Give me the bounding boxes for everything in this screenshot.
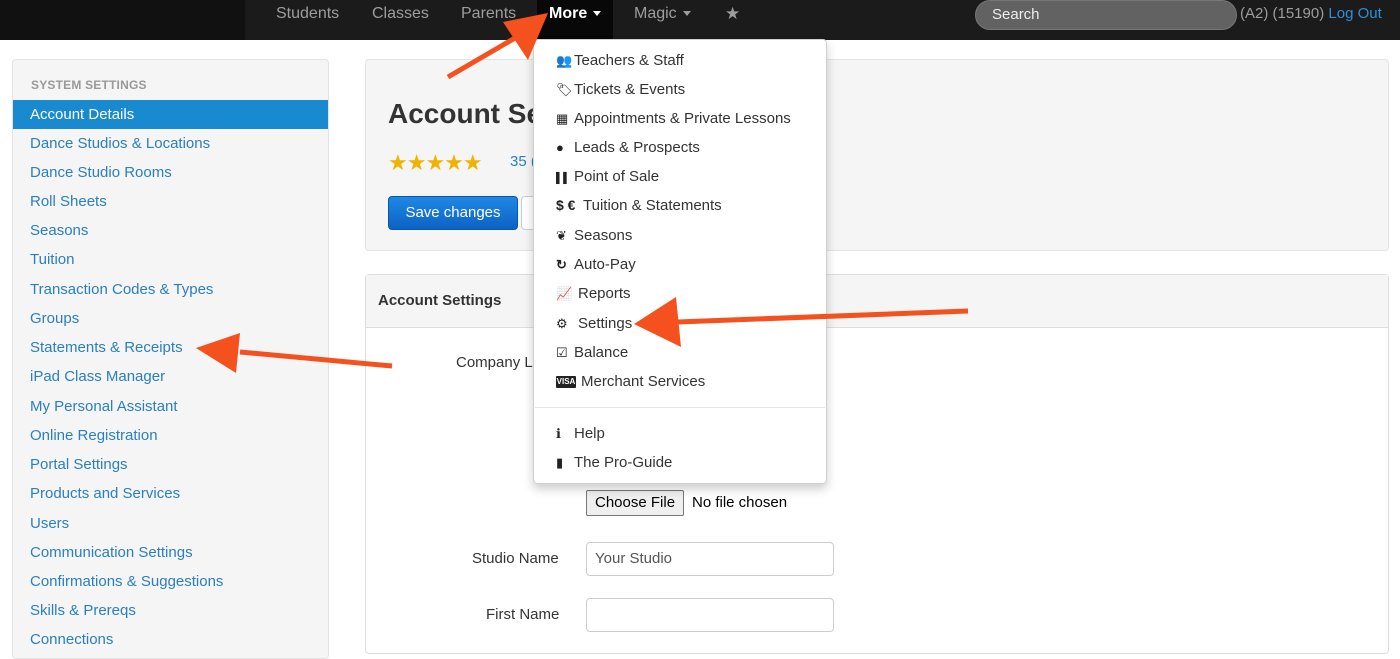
company-logo-label: Company L bbox=[456, 354, 533, 371]
panel-heading: Account Settings bbox=[366, 275, 1388, 328]
sidebar-item-connections[interactable]: Connections bbox=[13, 625, 328, 654]
more-dropdown-menu: 👥 Teachers & Staff 🏷Tickets & Events ▦ App… bbox=[533, 39, 827, 484]
line-chart-icon: 📈 bbox=[556, 286, 573, 301]
menu-item-merchant-services[interactable]: VISA Merchant Services bbox=[534, 367, 826, 396]
top-navbar: Students Classes Parents More Magic ★ Se… bbox=[0, 0, 1400, 40]
menu-item-label: Merchant Services bbox=[581, 373, 706, 390]
account-header-panel: Account Se ★★★★★ 35 ( Save changes bbox=[365, 59, 1389, 251]
sidebar-item-portal-settings[interactable]: Portal Settings bbox=[13, 450, 328, 479]
star-rating-icon: ★★★★★ bbox=[388, 150, 483, 175]
sidebar-item-ipad-class-manager[interactable]: iPad Class Manager bbox=[13, 362, 328, 391]
sidebar-item-seasons[interactable]: Seasons bbox=[13, 216, 328, 245]
studio-name-label: Studio Name bbox=[472, 550, 559, 567]
sidebar-item-products-services[interactable]: Products and Services bbox=[13, 479, 328, 508]
menu-item-help[interactable]: ℹ Help bbox=[534, 419, 826, 448]
menu-item-label: Leads & Prospects bbox=[574, 139, 700, 156]
leaf-icon: ❦ bbox=[556, 228, 567, 243]
sidebar-item-statements-receipts[interactable]: Statements & Receipts bbox=[13, 333, 328, 362]
menu-item-label: Balance bbox=[574, 344, 629, 361]
menu-item-teachers-staff[interactable]: 👥 Teachers & Staff bbox=[534, 46, 826, 75]
panel-heading-title: Account Settings bbox=[378, 292, 502, 309]
menu-item-label: Settings bbox=[578, 315, 633, 332]
ticket-icon: 🏷 bbox=[556, 82, 573, 97]
choose-file-button[interactable]: Choose File bbox=[586, 490, 685, 516]
menu-item-label: Tickets & Events bbox=[574, 81, 686, 98]
menu-item-label: Reports bbox=[578, 285, 631, 302]
menu-item-label: Seasons bbox=[574, 227, 633, 244]
menu-item-appointments[interactable]: ▦ Appointments & Private Lessons bbox=[534, 104, 826, 133]
star-icon[interactable]: ★ bbox=[725, 0, 740, 40]
account-info: (A2) (15190) Log Out bbox=[1240, 0, 1382, 28]
map-marker-icon: ● bbox=[556, 140, 564, 155]
menu-item-seasons[interactable]: ❦ Seasons bbox=[534, 221, 826, 250]
sidebar-item-personal-assistant[interactable]: My Personal Assistant bbox=[13, 392, 328, 421]
sidebar-item-skills-prereqs[interactable]: Skills & Prereqs bbox=[13, 596, 328, 625]
refresh-icon: ↻ bbox=[556, 257, 567, 272]
sidebar-item-online-registration[interactable]: Online Registration bbox=[13, 421, 328, 450]
sidebar-item-tuition[interactable]: Tuition bbox=[13, 245, 328, 274]
first-name-label: First Name bbox=[486, 606, 560, 623]
check-square-icon: ☑ bbox=[556, 345, 568, 360]
menu-item-point-of-sale[interactable]: ▌▌ Point of Sale bbox=[534, 162, 826, 191]
menu-item-pro-guide[interactable]: ▮ The Pro-Guide bbox=[534, 448, 826, 477]
studio-name-input[interactable]: Your Studio bbox=[586, 542, 834, 576]
chevron-down-icon bbox=[593, 11, 602, 17]
menu-item-auto-pay[interactable]: ↻ Auto-Pay bbox=[534, 250, 826, 279]
logout-link[interactable]: Log Out bbox=[1328, 5, 1381, 22]
nav-magic[interactable]: Magic bbox=[634, 0, 691, 40]
menu-item-leads-prospects[interactable]: ● Leads & Prospects bbox=[534, 133, 826, 162]
brand-logo-area[interactable] bbox=[0, 0, 245, 40]
menu-item-label: Auto-Pay bbox=[574, 256, 636, 273]
save-changes-button[interactable]: Save changes bbox=[388, 196, 518, 230]
menu-item-label: The Pro-Guide bbox=[574, 454, 673, 471]
no-file-chosen-text: No file chosen bbox=[692, 494, 788, 511]
currency-icon: $ € bbox=[556, 197, 576, 213]
account-settings-panel: Account Settings Company L Choose File N… bbox=[365, 274, 1389, 654]
sidebar-item-dance-studios-locations[interactable]: Dance Studios & Locations bbox=[13, 129, 328, 158]
sidebar-header: SYSTEM SETTINGS bbox=[31, 78, 147, 92]
nav-more[interactable]: More bbox=[537, 0, 614, 40]
nav-students[interactable]: Students bbox=[276, 0, 339, 40]
menu-item-label: Teachers & Staff bbox=[574, 52, 684, 69]
gears-icon: ⚙ bbox=[556, 316, 568, 331]
nav-classes[interactable]: Classes bbox=[372, 0, 429, 40]
sidebar-item-transaction-codes[interactable]: Transaction Codes & Types bbox=[13, 275, 328, 304]
sidebar-item-groups[interactable]: Groups bbox=[13, 304, 328, 333]
users-icon: 👥 bbox=[556, 53, 573, 68]
settings-sidebar: SYSTEM SETTINGS Account Details Dance St… bbox=[12, 59, 329, 659]
nav-parents[interactable]: Parents bbox=[461, 0, 516, 40]
account-code: (A2) (15190) bbox=[1240, 5, 1325, 22]
sidebar-item-dance-studio-rooms[interactable]: Dance Studio Rooms bbox=[13, 158, 328, 187]
visa-card-icon: VISA bbox=[556, 376, 576, 389]
sidebar-item-roll-sheets[interactable]: Roll Sheets bbox=[13, 187, 328, 216]
nav-magic-label: Magic bbox=[634, 5, 677, 22]
menu-item-label: Point of Sale bbox=[574, 168, 660, 185]
nav-more-label: More bbox=[549, 5, 588, 22]
book-icon: ▮ bbox=[556, 455, 564, 470]
sidebar-item-account-details[interactable]: Account Details bbox=[13, 100, 328, 129]
rating-count-link[interactable]: 35 ( bbox=[510, 153, 536, 170]
info-circle-icon: ℹ bbox=[556, 426, 561, 441]
menu-item-balance[interactable]: ☑ Balance bbox=[534, 338, 826, 367]
first-name-input[interactable] bbox=[586, 598, 834, 632]
menu-item-tuition-statements[interactable]: $ € Tuition & Statements bbox=[534, 191, 826, 220]
menu-item-label: Tuition & Statements bbox=[583, 197, 722, 214]
chevron-down-icon bbox=[682, 11, 691, 17]
page-title: Account Se bbox=[388, 98, 543, 129]
sidebar-item-users[interactable]: Users bbox=[13, 509, 328, 538]
menu-item-settings[interactable]: ⚙ Settings bbox=[534, 309, 826, 338]
calendar-icon: ▦ bbox=[556, 111, 569, 126]
menu-item-reports[interactable]: 📈 Reports bbox=[534, 279, 826, 308]
menu-item-tickets-events[interactable]: 🏷Tickets & Events bbox=[534, 75, 826, 104]
menu-item-label: Appointments & Private Lessons bbox=[574, 110, 791, 127]
menu-divider bbox=[535, 407, 825, 408]
menu-item-label: Help bbox=[574, 425, 605, 442]
sidebar-item-communication-settings[interactable]: Communication Settings bbox=[13, 538, 328, 567]
sidebar-item-confirmations-suggestions[interactable]: Confirmations & Suggestions bbox=[13, 567, 328, 596]
search-input[interactable]: Search bbox=[975, 0, 1237, 30]
barcode-icon: ▌▌ bbox=[556, 173, 571, 184]
